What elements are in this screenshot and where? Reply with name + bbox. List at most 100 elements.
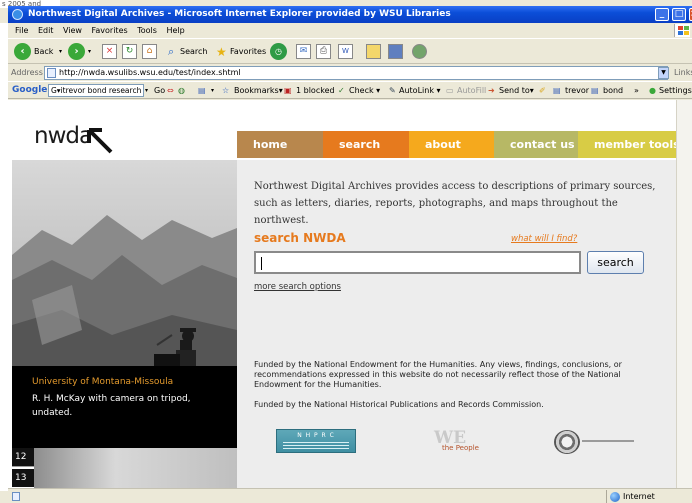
- page-number-13[interactable]: 13: [12, 469, 34, 487]
- mail-icon[interactable]: ✉: [296, 44, 311, 59]
- check-button[interactable]: Check ▾: [349, 82, 380, 99]
- address-dropdown-icon[interactable]: ▼: [658, 67, 669, 79]
- google-logo[interactable]: Google: [12, 82, 47, 99]
- popup-blocked-count[interactable]: 1 blocked: [296, 82, 335, 99]
- nav-member-tools[interactable]: member tools: [578, 131, 676, 158]
- web-page: nwda home search about contact us member…: [8, 100, 676, 488]
- google-search-dropdown-icon[interactable]: ▾: [145, 82, 148, 99]
- nav-home[interactable]: home: [237, 131, 323, 158]
- send-to-button[interactable]: Send to▾: [499, 82, 534, 99]
- nhprc-funding-statement: Funded by the National Historical Public…: [254, 400, 544, 409]
- research-icon[interactable]: [388, 44, 403, 59]
- logo-arrow-icon: [87, 128, 113, 154]
- browser-window: s 2005 and Northwest Digital Archives - …: [0, 0, 692, 503]
- back-button-label[interactable]: Back: [34, 43, 53, 61]
- bookmarks-button[interactable]: Bookmarks▾: [234, 82, 283, 99]
- nhprc-logo[interactable]: N H P R C: [276, 429, 356, 453]
- google-go-button[interactable]: Go: [154, 82, 165, 99]
- google-page-icon[interactable]: ▤: [198, 82, 206, 99]
- forward-arrow-icon[interactable]: ›: [68, 43, 85, 60]
- nav-contact-us[interactable]: contact us: [494, 131, 578, 158]
- nav-search[interactable]: search: [323, 131, 409, 158]
- print-icon[interactable]: ⎙: [316, 44, 331, 59]
- links-button[interactable]: Links: [674, 68, 692, 77]
- search-term-bond-icon: ▤: [591, 86, 599, 95]
- caption-source: University of Montana-Missoula: [32, 377, 174, 387]
- search-heading: search NWDA: [254, 231, 346, 245]
- menu-tools[interactable]: Tools: [137, 23, 157, 38]
- we-logo-text: the People: [442, 444, 479, 452]
- neh-seal-caption: [582, 440, 634, 442]
- highlight-icon[interactable]: ✐: [539, 82, 546, 99]
- we-the-people-logo[interactable]: WE the People: [430, 428, 482, 454]
- status-bar: Internet: [8, 488, 692, 503]
- edit-icon[interactable]: W: [338, 44, 353, 59]
- autolink-icon: ✎: [389, 86, 396, 95]
- refresh-icon[interactable]: ↻: [122, 44, 137, 59]
- page-icon: [47, 68, 56, 78]
- stop-icon[interactable]: ×: [102, 44, 117, 59]
- maximize-button[interactable]: □: [672, 8, 686, 21]
- menu-bar: File Edit View Favorites Tools Help: [8, 23, 692, 38]
- address-url: http://nwda.wsulibs.wsu.edu/test/index.s…: [59, 68, 241, 77]
- back-arrow-icon[interactable]: ‹: [14, 43, 31, 60]
- google-search-input[interactable]: G▾itrevor bond research: [48, 84, 144, 97]
- google-news-icon[interactable]: ◍: [178, 82, 185, 99]
- bookmarks-star-icon: ☆: [222, 86, 230, 95]
- globe-icon: [610, 492, 620, 502]
- page-number-12[interactable]: 12: [12, 448, 34, 466]
- autofill-icon: ▭: [446, 86, 454, 95]
- search-term-trevor[interactable]: trevor: [565, 82, 589, 99]
- messenger-icon[interactable]: [412, 44, 427, 59]
- search-term-trevor-icon: ▤: [553, 86, 561, 95]
- menu-help[interactable]: Help: [166, 23, 184, 38]
- minimize-button[interactable]: _: [655, 8, 669, 21]
- text-caret: [261, 257, 262, 270]
- popup-blocker-icon: ▣: [284, 86, 292, 95]
- google-search-query: G▾itrevor bond research: [51, 86, 142, 95]
- send-to-icon: ➜: [488, 86, 495, 95]
- nhprc-logo-text: N H P R C: [297, 432, 335, 439]
- menu-favorites[interactable]: Favorites: [92, 23, 128, 38]
- settings-icon: ●: [649, 86, 656, 95]
- nwda-logo[interactable]: nwda: [34, 123, 93, 149]
- search-term-bond[interactable]: bond: [603, 82, 623, 99]
- ie-icon: [12, 9, 23, 20]
- more-chevron-icon[interactable]: »: [634, 82, 639, 99]
- menu-file[interactable]: File: [15, 23, 28, 38]
- title-bar[interactable]: Northwest Digital Archives - Microsoft I…: [8, 6, 692, 23]
- more-search-options-link[interactable]: more search options: [254, 282, 341, 292]
- main-navigation: home search about contact us member tool…: [237, 131, 676, 158]
- vertical-scrollbar[interactable]: [676, 100, 692, 488]
- intro-text: Northwest Digital Archives provides acce…: [254, 181, 656, 226]
- home-icon[interactable]: ⌂: [142, 44, 157, 59]
- status-page-icon: [12, 492, 20, 501]
- autolink-button[interactable]: AutoLink ▾: [399, 82, 441, 99]
- search-icon[interactable]: ⌕: [168, 43, 174, 61]
- settings-button[interactable]: Settings▾: [659, 82, 692, 99]
- neh-funding-statement: Funded by the National Endowment for the…: [254, 360, 622, 389]
- favorites-button-label[interactable]: Favorites: [230, 43, 266, 61]
- neh-seal-logo[interactable]: [554, 430, 580, 454]
- address-input[interactable]: http://nwda.wsulibs.wsu.edu/test/index.s…: [44, 66, 668, 80]
- google-arrows-icon[interactable]: ⇔: [167, 82, 174, 99]
- menu-edit[interactable]: Edit: [38, 23, 54, 38]
- discuss-icon[interactable]: [366, 44, 381, 59]
- window-title: Northwest Digital Archives - Microsoft I…: [28, 9, 451, 19]
- back-dropdown-icon[interactable]: ▾: [59, 43, 62, 61]
- history-icon[interactable]: ◷: [270, 43, 287, 60]
- nav-about[interactable]: about: [409, 131, 494, 158]
- spellcheck-icon: ✓: [338, 86, 345, 95]
- favorites-star-icon[interactable]: ★: [216, 43, 227, 61]
- search-input[interactable]: [254, 251, 581, 274]
- standard-toolbar: ‹ Back ▾ › ▾ × ↻ ⌂ ⌕ Search ★ Favorites …: [8, 38, 692, 64]
- windows-logo-icon: [674, 24, 690, 37]
- autofill-button[interactable]: AutoFill: [457, 82, 486, 99]
- search-button-label[interactable]: Search: [180, 43, 207, 61]
- search-button[interactable]: search: [587, 251, 644, 274]
- menu-view[interactable]: View: [63, 23, 82, 38]
- what-will-i-find-link[interactable]: what will I find?: [511, 234, 577, 244]
- google-page-dropdown-icon[interactable]: ▾: [211, 82, 214, 99]
- forward-dropdown-icon[interactable]: ▾: [88, 43, 91, 61]
- address-label: Address: [11, 68, 43, 77]
